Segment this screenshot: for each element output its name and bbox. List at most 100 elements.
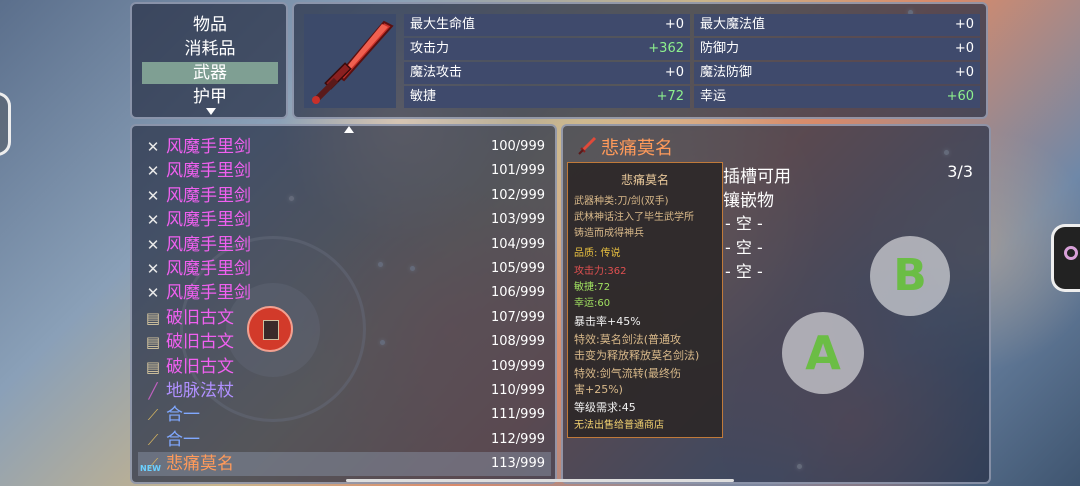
item-name: 合一 [166,405,200,426]
side-handle[interactable] [0,92,11,156]
tooltip-effect: 特效:莫名剑法(普通攻 [574,333,681,346]
stat-defense: 防御力 +0 [694,38,980,60]
stat-value: +0 [664,65,684,80]
stat-value: +0 [954,65,974,80]
stat-label: 防御力 [700,41,740,56]
item-row[interactable]: ⟋ NEW 悲痛莫名 113/999 [138,452,551,477]
assistant-icon [1064,246,1078,260]
shuriken-icon: ✕ [146,284,160,303]
item-count: 100/999 [490,139,545,154]
item-row[interactable]: ✕ 风魔手里剑 103/999 [138,208,551,232]
item-count: 108/999 [490,334,545,350]
stat-value: +60 [946,89,974,104]
tooltip-effect: 特效:剑气流转(最终伤 [574,367,681,380]
sword-icon: ⟋ [147,406,159,425]
scroll-icon: ▤ [145,308,161,327]
new-badge: NEW [140,464,161,474]
stat-label: 最大生命值 [410,17,476,32]
item-count: 112/999 [490,431,545,447]
item-count: 105/999 [490,261,545,276]
category-armor[interactable]: 护甲 [142,86,278,108]
stat-magic-attack: 魔法攻击 +0 [404,62,690,84]
item-row[interactable]: ✕ 风魔手里剑 100/999 [138,135,551,159]
tooltip-effect: 害+25%) [574,383,623,396]
stat-agility: 敏捷 +72 [404,86,690,108]
joystick-center-icon [263,320,279,340]
sword-icon: ⟋ [147,430,159,449]
item-row[interactable]: ⟋ 合一 112/999 [138,428,551,452]
tooltip-description: 武林神话注入了毕生武学所 [574,212,694,223]
stat-value: +0 [954,17,974,32]
category-panel: 物品 消耗品 武器 护甲 [130,2,288,119]
item-row[interactable]: ✕ 风魔手里剑 106/999 [138,281,551,305]
item-name: 风魔手里剑 [166,137,251,157]
tooltip-level-requirement: 等级需求:45 [574,401,636,414]
item-count: 104/999 [490,236,545,252]
a-button[interactable]: A [782,312,864,394]
staff-icon: ╱ [148,382,158,400]
stat-luck: 幸运 +60 [694,86,980,108]
stat-label: 幸运 [700,89,727,104]
item-row[interactable]: ▤ 破旧古文 107/999 [138,306,551,330]
stat-attack: 攻击力 +362 [404,38,690,60]
socket-count: 3/3 [947,162,973,181]
scroll-icon: ▤ [145,357,161,376]
item-name: 破旧古文 [166,332,234,353]
category-consumables[interactable]: 消耗品 [142,38,278,60]
tooltip-crit: 暴击率+45% [574,315,641,328]
item-row[interactable]: ✕ 风魔手里剑 101/999 [138,159,551,183]
stat-label: 魔法防御 [700,65,753,80]
category-weapons[interactable]: 武器 [142,62,278,84]
item-row[interactable]: ⟋ 合一 111/999 [138,403,551,427]
item-count: 113/999 [490,456,545,472]
shuriken-icon: ✕ [146,186,160,205]
joystick-knob[interactable] [247,306,293,352]
stat-label: 敏捷 [410,89,437,104]
item-row[interactable]: ✕ 风魔手里剑 102/999 [138,184,551,208]
category-items[interactable]: 物品 [142,14,278,36]
socket-slot[interactable]: - 空 - [725,258,763,282]
stat-label: 最大魔法值 [700,17,766,32]
tooltip-title: 悲痛莫名 [620,173,669,187]
stat-max-mp: 最大魔法值 +0 [694,14,980,36]
red-sword-icon [312,20,394,104]
stat-label: 攻击力 [410,41,450,56]
tooltip-agility: 敏捷:72 [574,282,611,293]
item-name: 破旧古文 [166,307,234,328]
item-name: 风魔手里剑 [166,259,251,279]
home-indicator[interactable] [346,479,734,482]
shuriken-icon: ✕ [146,138,160,156]
tooltip-effect: 击变为释放释放莫名剑法) [574,349,700,362]
stat-value: +0 [664,17,684,32]
b-button[interactable]: B [870,236,950,316]
scroll-down-arrow-icon[interactable] [206,108,216,115]
shuriken-icon: ✕ [146,235,160,254]
tooltip-luck: 幸运:60 [574,298,611,309]
item-count: 103/999 [490,212,545,228]
item-row[interactable]: ▤ 破旧古文 108/999 [138,330,551,354]
item-name: 风魔手里剑 [166,161,251,182]
item-count: 106/999 [490,285,545,301]
tooltip-shop-note: 无法出售给普通商店 [574,420,664,431]
item-count: 102/999 [490,187,545,203]
item-count: 109/999 [490,358,545,374]
stat-label: 魔法攻击 [410,65,463,80]
item-detail-title: 悲痛莫名 [601,138,673,159]
item-row[interactable]: ▤ 破旧古文 109/999 [138,355,551,379]
tooltip-attack: 攻击力:362 [574,266,627,277]
item-count: 107/999 [490,309,545,325]
item-name: 地脉法杖 [166,381,234,401]
item-name: 风魔手里剑 [166,210,251,231]
item-row[interactable]: ✕ 风魔手里剑 104/999 [138,233,551,257]
item-name: 破旧古文 [166,356,234,377]
item-count: 111/999 [490,407,545,423]
item-row[interactable]: ╱ 地脉法杖 110/999 [138,379,551,403]
item-name: 悲痛莫名 [166,454,234,475]
scroll-up-arrow-icon[interactable] [344,126,354,133]
socket-slot[interactable]: - 空 - [725,234,763,258]
shuriken-icon: ✕ [146,211,160,230]
socket-slot[interactable]: - 空 - [725,210,763,234]
item-row[interactable]: ✕ 风魔手里剑 105/999 [138,257,551,281]
socket-available-label: 插槽可用 [723,167,791,187]
sword-icon [578,136,597,155]
